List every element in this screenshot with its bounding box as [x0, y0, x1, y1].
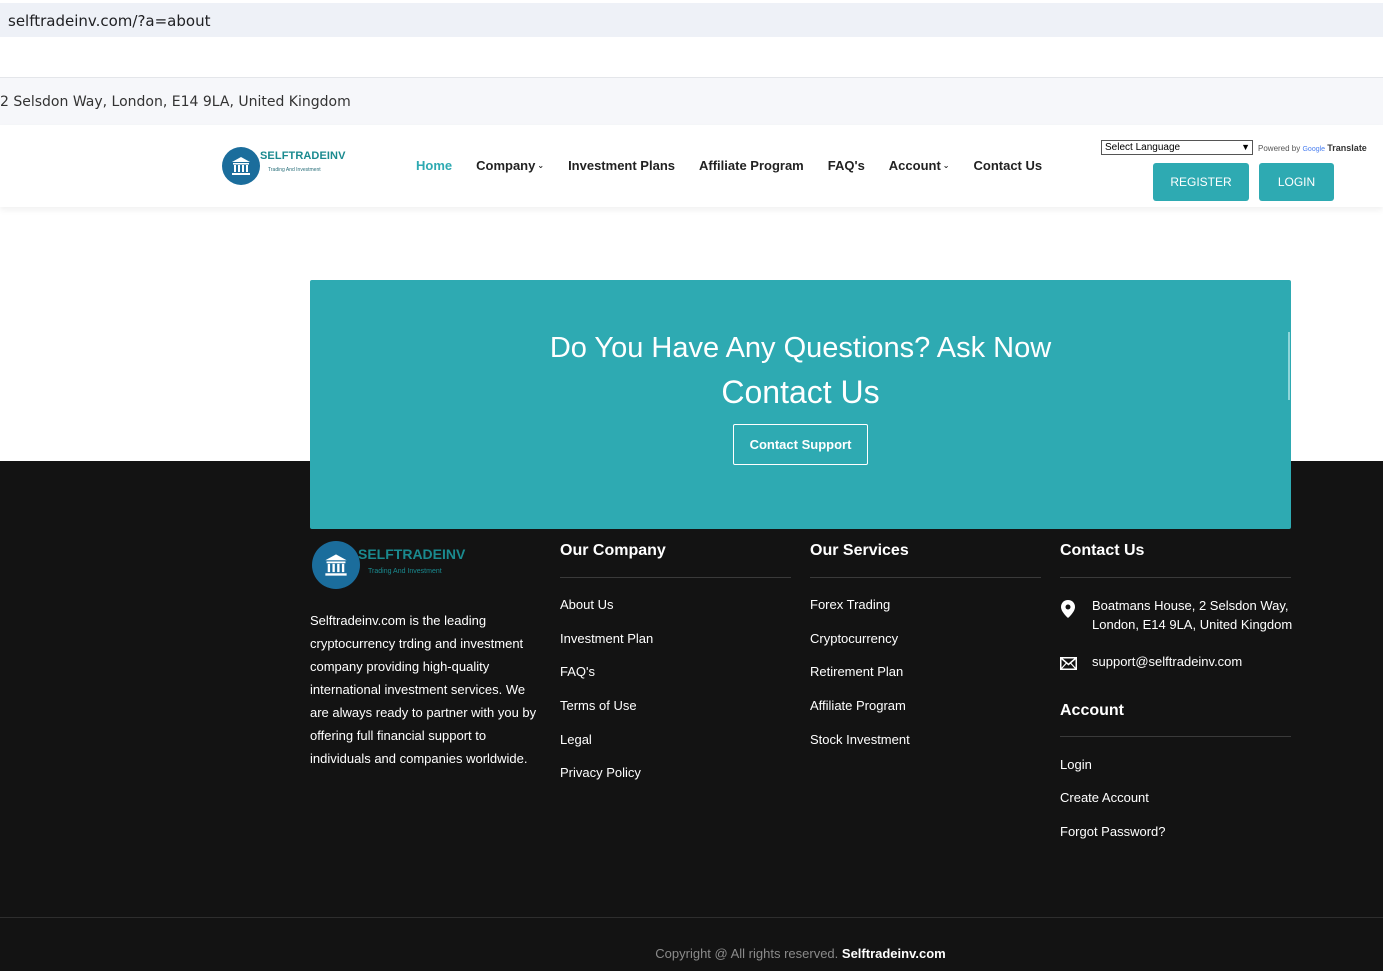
footer-link-privacy[interactable]: Privacy Policy	[560, 765, 641, 780]
footer-link-crypto[interactable]: Cryptocurrency	[810, 631, 898, 646]
google-translate-credit[interactable]: Powered by Google Translate	[1258, 143, 1367, 153]
chevron-down-icon: ⌄	[537, 161, 545, 170]
top-info-strip: 2 Selsdon Way, London, E14 9LA, United K…	[0, 77, 1383, 125]
envelope-icon	[1060, 657, 1077, 670]
logo-tagline: Trading And Investment	[268, 167, 321, 173]
footer	[0, 461, 1383, 971]
footer-link-terms[interactable]: Terms of Use	[560, 698, 637, 713]
nav-faqs-label: FAQ's	[827, 158, 865, 173]
footer-address-line2: London, E14 9LA, United Kingdom	[1092, 617, 1293, 632]
language-select[interactable]: Select Language ▼	[1101, 140, 1253, 155]
nav-company-label: Company	[476, 158, 536, 173]
footer-link-login[interactable]: Login	[1060, 757, 1092, 772]
footer-services-heading: Our Services	[810, 542, 909, 559]
footer-link-forgot-password[interactable]: Forgot Password?	[1060, 824, 1166, 839]
translate-text: Translate	[1327, 143, 1367, 153]
nav-home[interactable]: Home	[416, 158, 452, 173]
chevron-down-icon: ⌄	[942, 161, 950, 170]
copyright: Copyright @ All rights reserved. Selftra…	[0, 946, 1383, 961]
footer-link-forex[interactable]: Forex Trading	[810, 597, 890, 612]
nav-faqs[interactable]: FAQ's	[828, 158, 865, 173]
url-text: selftradeinv.com/?a=about	[8, 12, 211, 30]
footer-link-investment-plan[interactable]: Investment Plan	[560, 631, 653, 646]
footer-about-text: Selftradeinv.com is the leading cryptocu…	[310, 613, 537, 766]
powered-by-text: Powered by	[1258, 144, 1301, 153]
footer-divider	[560, 577, 791, 578]
nav-contact-us[interactable]: Contact Us	[974, 158, 1043, 173]
footer-company-heading: Our Company	[560, 542, 666, 559]
nav-company[interactable]: Company ⌄	[476, 158, 544, 173]
footer-address-line1: Boatmans House, 2 Selsdon Way,	[1092, 598, 1289, 613]
contact-support-button[interactable]: Contact Support	[733, 424, 868, 465]
footer-divider	[1060, 577, 1291, 578]
footer-contact-heading: Contact Us	[1060, 542, 1145, 559]
footer-link-stock[interactable]: Stock Investment	[810, 732, 910, 747]
footer-logo-tagline: Trading And Investment	[368, 568, 442, 575]
footer-link-retirement[interactable]: Retirement Plan	[810, 664, 903, 679]
nav-account[interactable]: Account ⌄	[889, 158, 950, 173]
footer-logo[interactable]: SELFTRADEINV Trading And Investment	[312, 541, 482, 591]
nav-contact-us-label: Contact Us	[973, 158, 1043, 173]
logo-name: SELFTRADEINV	[260, 150, 346, 162]
cta-question: Do You Have Any Questions? Ask Now	[549, 332, 1052, 364]
site-logo[interactable]: SELFTRADEINV Trading And Investment	[222, 147, 352, 187]
primary-nav: Home Company ⌄ Investment Plans Affiliate…	[416, 158, 1066, 173]
scrollbar[interactable]	[1288, 332, 1290, 400]
footer-logo-name: SELFTRADEINV	[358, 546, 466, 562]
google-text: Google	[1302, 146, 1326, 153]
copyright-text: Copyright @ All rights reserved.	[655, 946, 839, 961]
footer-link-affiliate[interactable]: Affiliate Program	[810, 698, 906, 713]
copyright-brand[interactable]: Selftradeinv.com	[842, 946, 946, 961]
language-select-value: Select Language	[1105, 142, 1181, 153]
chevron-down-icon: ▼	[1241, 142, 1250, 152]
header-address: 2 Selsdon Way, London, E14 9LA, United K…	[0, 94, 351, 110]
browser-address-bar[interactable]: selftradeinv.com/?a=about	[0, 0, 1383, 37]
footer-link-create-account[interactable]: Create Account	[1060, 790, 1149, 805]
footer-link-faqs[interactable]: FAQ's	[560, 664, 595, 679]
footer-link-about-us[interactable]: About Us	[560, 597, 613, 612]
nav-investment-plans[interactable]: Investment Plans	[568, 158, 675, 173]
footer-email[interactable]: support@selftradeinv.com	[1092, 652, 1242, 671]
contact-cta-banner: Do You Have Any Questions? Ask Now Conta…	[310, 280, 1291, 529]
footer-divider	[810, 577, 1041, 578]
nav-account-label: Account	[888, 158, 941, 173]
nav-affiliate-program-label: Affiliate Program	[699, 158, 804, 173]
main-navbar: SELFTRADEINV Trading And Investment Home…	[0, 125, 1383, 207]
nav-affiliate-program[interactable]: Affiliate Program	[699, 158, 804, 173]
cta-contact-heading: Contact Us	[721, 374, 880, 410]
location-pin-icon	[1061, 600, 1075, 618]
bank-icon	[325, 554, 347, 576]
footer-bottom-divider	[0, 917, 1383, 918]
footer-divider	[1060, 736, 1291, 737]
nav-investment-plans-label: Investment Plans	[568, 158, 675, 173]
footer-link-legal[interactable]: Legal	[560, 732, 592, 747]
login-button[interactable]: LOGIN	[1259, 163, 1334, 201]
bank-icon	[232, 157, 250, 175]
footer-account-heading: Account	[1060, 702, 1124, 719]
nav-home-label: Home	[416, 158, 453, 173]
register-button[interactable]: REGISTER	[1153, 163, 1249, 201]
